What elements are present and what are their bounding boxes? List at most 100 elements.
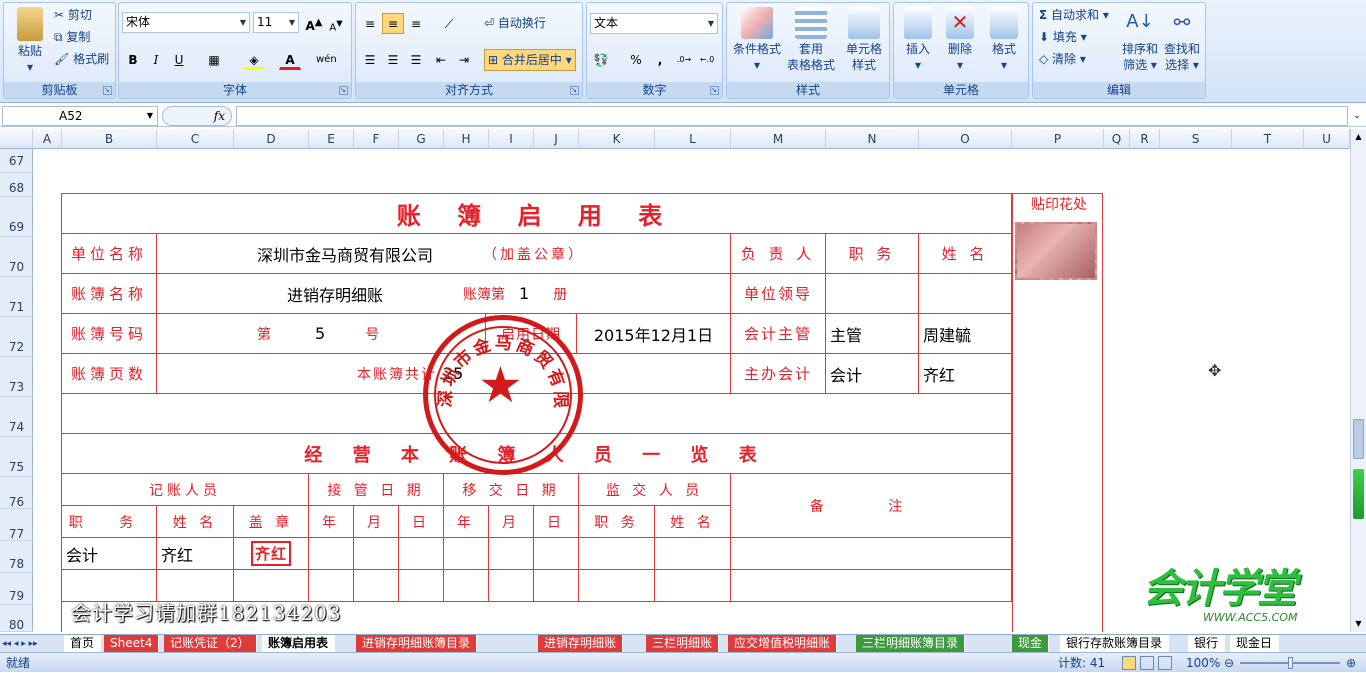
font-launcher-icon[interactable]: ↘ xyxy=(339,86,348,95)
tab-inventory-detail[interactable]: 进销存明细账 xyxy=(538,635,624,652)
autosum-button[interactable]: Σ 自动求和 ▾ xyxy=(1039,5,1109,25)
underline-button[interactable]: U xyxy=(168,49,190,70)
font-size-select[interactable]: 11 ▼ xyxy=(253,12,299,33)
cut-button[interactable]: ✂ 剪切 xyxy=(54,5,92,25)
column-header[interactable]: I xyxy=(489,129,534,149)
format-painter-button[interactable]: 🖌 格式刷 xyxy=(54,49,109,69)
alignment-launcher-icon[interactable]: ↘ xyxy=(570,86,579,95)
align-right-button[interactable]: ☰ xyxy=(405,49,427,70)
row-header[interactable]: 79 xyxy=(0,573,33,605)
tab-three-column-index[interactable]: 三栏明细账簿目录 xyxy=(856,635,966,652)
tab-vat-detail[interactable]: 应交增值税明细账 xyxy=(728,635,838,652)
conditional-format-button[interactable]: 条件格式 ▾ xyxy=(731,7,783,73)
zoom-out-icon[interactable]: ⊖ xyxy=(1224,653,1234,673)
view-layout-icon[interactable] xyxy=(1140,656,1154,670)
row-header[interactable]: 70 xyxy=(0,237,33,277)
column-header[interactable]: A xyxy=(33,129,62,149)
decrease-indent-button[interactable]: ⇤ xyxy=(430,49,452,70)
row-header[interactable]: 77 xyxy=(0,509,33,541)
font-color-button[interactable]: A xyxy=(279,49,301,70)
column-header[interactable]: D xyxy=(234,129,309,149)
align-bottom-button[interactable]: ≡ xyxy=(405,13,427,34)
tab-cash-daily[interactable]: 现金日 xyxy=(1230,635,1280,652)
tab-voucher2[interactable]: 记账凭证（2） xyxy=(164,635,257,652)
shrink-font-button[interactable]: A▼ xyxy=(325,12,347,33)
column-header[interactable]: L xyxy=(655,129,731,149)
tab-bank-index[interactable]: 银行存款账簿目录 xyxy=(1060,635,1170,652)
tab-home[interactable]: 首页 xyxy=(64,635,102,652)
sort-filter-button[interactable]: A↓ 排序和 筛选 ▾ xyxy=(1119,7,1161,73)
comma-button[interactable]: , xyxy=(649,49,671,70)
fill-color-button[interactable]: ◈ xyxy=(243,49,265,70)
percent-button[interactable]: % xyxy=(625,49,647,70)
row-header[interactable]: 74 xyxy=(0,397,33,437)
phonetic-button[interactable]: wén xyxy=(315,49,337,70)
row-header[interactable]: 73 xyxy=(0,357,33,397)
zoom-thumb[interactable] xyxy=(1288,657,1293,669)
column-header[interactable]: Q xyxy=(1104,129,1130,149)
column-header[interactable]: J xyxy=(534,129,579,149)
zoom-level[interactable]: 100% xyxy=(1186,653,1220,673)
column-header[interactable]: E xyxy=(309,129,354,149)
cell-styles-button[interactable]: 单元格 样式 xyxy=(841,7,887,73)
paste-button[interactable]: 粘贴 ▾ xyxy=(10,7,50,75)
scroll-down-icon[interactable]: ▼ xyxy=(1351,616,1366,632)
column-header[interactable]: G xyxy=(399,129,444,149)
clear-button[interactable]: ◇ 清除 ▾ xyxy=(1039,49,1086,69)
name-box[interactable]: A52 ▼ xyxy=(2,106,158,126)
column-header[interactable]: S xyxy=(1160,129,1232,149)
align-left-button[interactable]: ☰ xyxy=(359,49,381,70)
row-header[interactable]: 75 xyxy=(0,437,33,477)
tab-nav-buttons[interactable]: ◂◂ ◂ ▸ ▸▸ xyxy=(2,635,64,652)
increase-indent-button[interactable]: ⇥ xyxy=(453,49,475,70)
grow-font-button[interactable]: A▲ xyxy=(303,12,325,33)
tab-sheet4[interactable]: Sheet4 xyxy=(104,635,160,652)
row-header[interactable]: 72 xyxy=(0,317,33,357)
select-all-corner[interactable] xyxy=(0,129,33,149)
tab-three-column[interactable]: 三栏明细账 xyxy=(646,635,720,652)
border-button[interactable]: ▦ xyxy=(203,49,225,70)
expand-formula-icon[interactable]: ⌄ xyxy=(1350,107,1364,125)
scroll-up-icon[interactable]: ▲ xyxy=(1351,129,1366,145)
column-header[interactable]: N xyxy=(826,129,919,149)
column-header[interactable]: H xyxy=(444,129,489,149)
column-header[interactable]: F xyxy=(354,129,399,149)
format-as-table-button[interactable]: 套用 表格格式 xyxy=(785,7,837,73)
column-header[interactable]: B xyxy=(62,129,157,149)
insert-button[interactable]: 插入 ▾ xyxy=(898,7,938,73)
column-header[interactable]: R xyxy=(1130,129,1160,149)
copy-button[interactable]: ⧉ 复制 xyxy=(54,27,90,47)
row-header[interactable]: 68 xyxy=(0,173,33,197)
row-header[interactable]: 67 xyxy=(0,149,33,173)
number-format-select[interactable]: 文本 ▼ xyxy=(590,13,718,34)
column-header[interactable]: M xyxy=(731,129,826,149)
row-header[interactable]: 71 xyxy=(0,277,33,317)
decrease-decimal-button[interactable]: ←.0 xyxy=(696,49,718,70)
column-header[interactable]: U xyxy=(1304,129,1350,149)
column-header[interactable]: K xyxy=(579,129,655,149)
align-center-button[interactable]: ☰ xyxy=(382,49,404,70)
clipboard-launcher-icon[interactable]: ↘ xyxy=(103,86,112,95)
worksheet[interactable]: 账 簿 启 用 表 贴印花处 单位名称 深圳市金马商贸有限公司 （加盖公章） 负… xyxy=(33,149,1350,632)
format-button[interactable]: 格式 ▾ xyxy=(984,7,1024,73)
row-header[interactable]: 80 xyxy=(0,605,33,632)
bold-button[interactable]: B xyxy=(122,49,144,70)
italic-button[interactable]: I xyxy=(145,49,167,70)
column-header[interactable]: T xyxy=(1232,129,1304,149)
increase-decimal-button[interactable]: .0→ xyxy=(673,49,695,70)
merge-center-button[interactable]: ⊞ 合并后居中 ▾ xyxy=(484,49,576,71)
delete-button[interactable]: ✕ 删除 ▾ xyxy=(940,7,980,73)
tab-inventory-index[interactable]: 进销存明细账簿目录 xyxy=(356,635,478,652)
scroll-thumb[interactable] xyxy=(1353,419,1364,459)
column-header[interactable]: O xyxy=(919,129,1012,149)
vertical-scrollbar[interactable]: ▲ ▼ xyxy=(1350,129,1366,632)
find-select-button[interactable]: ⚯ 查找和 选择 ▾ xyxy=(1161,7,1203,73)
column-header[interactable]: C xyxy=(157,129,234,149)
number-launcher-icon[interactable]: ↘ xyxy=(710,86,719,95)
wrap-text-button[interactable]: ⏎ 自动换行 xyxy=(484,13,546,33)
align-middle-button[interactable]: ≡ xyxy=(382,13,404,34)
formula-input[interactable] xyxy=(236,106,1348,126)
font-family-select[interactable]: 宋体 ▼ xyxy=(122,12,250,33)
zoom-in-icon[interactable]: ⊕ xyxy=(1346,653,1356,673)
tab-cash[interactable]: 现金 xyxy=(1012,635,1050,652)
